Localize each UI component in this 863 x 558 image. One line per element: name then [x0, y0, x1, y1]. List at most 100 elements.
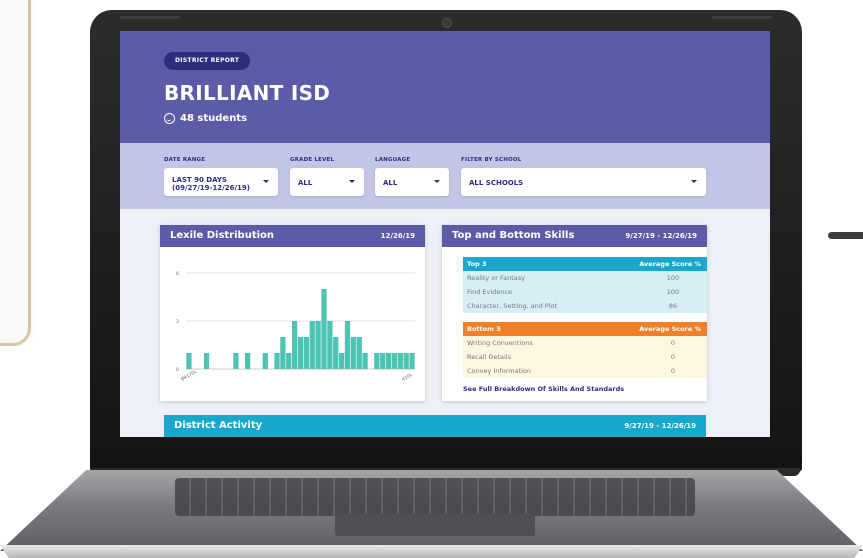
skill-name: Reality or Fantasy	[467, 274, 526, 282]
full-breakdown-link[interactable]: See Full Breakdown Of Skills And Standar…	[463, 385, 624, 393]
chevron-down-icon	[349, 180, 355, 183]
date-range-label: DATE RANGE	[164, 157, 206, 163]
date-range-dates: (09/27/19-12/26/19)	[172, 184, 250, 192]
activity-date: 9/27/19 - 12/26/19	[624, 422, 696, 430]
chevron-down-icon	[434, 180, 440, 183]
skill-name: Recall Details	[467, 353, 511, 361]
histogram-bar[interactable]	[344, 321, 351, 369]
skill-name: Convey Information	[467, 367, 532, 375]
histogram-bar[interactable]	[233, 353, 239, 369]
skill-name: Writing Conventions	[467, 339, 533, 347]
top-skills-header: Top 3 Average Score %	[463, 257, 707, 271]
histogram-bar[interactable]	[380, 353, 386, 369]
grade-level-value: ALL	[298, 179, 313, 187]
top-bottom-skills-card: Top and Bottom Skills 9/27/19 - 12/26/19…	[442, 225, 707, 401]
skill-name: Character, Setting, and Plot	[467, 302, 558, 310]
school-filter-select[interactable]: ALL SCHOOLS	[461, 168, 706, 196]
skills-card-title: Top and Bottom Skills	[452, 230, 575, 241]
bottom-skills-header: Bottom 3 Average Score %	[463, 322, 707, 336]
filter-bar: DATE RANGE LAST 90 DAYS (09/27/19-12/26/…	[120, 143, 770, 209]
histogram-bar[interactable]	[280, 337, 286, 369]
skills-card-date: 9/27/19 - 12/26/19	[625, 232, 697, 240]
tablet-edge	[0, 0, 31, 346]
skill-score: 100	[666, 274, 680, 282]
lexile-card-header: Lexile Distribution 12/26/19	[160, 225, 425, 247]
histogram-bar[interactable]	[321, 289, 327, 369]
district-report-badge: DISTRICT REPORT	[164, 52, 251, 70]
histogram-bar[interactable]	[303, 337, 310, 369]
bottom-score-header: Average Score %	[639, 325, 701, 333]
language-label: LANGUAGE	[375, 157, 411, 163]
histogram-bar[interactable]	[274, 353, 280, 369]
x-tick-label: 410L	[401, 372, 414, 383]
histogram-bar[interactable]	[362, 353, 368, 369]
histogram-bar[interactable]	[350, 337, 356, 369]
language-value: ALL	[383, 179, 398, 187]
date-range-select[interactable]: LAST 90 DAYS (09/27/19-12/26/19)	[164, 168, 278, 196]
student-count-label: 48 students	[180, 113, 248, 124]
skill-score: 86	[668, 302, 678, 310]
skill-name: Find Evidence	[467, 288, 512, 296]
lexile-chart: 0 3 6 BR170L 410L	[176, 271, 415, 383]
table-row: Recall Details 0	[463, 350, 707, 364]
skill-score: 0	[670, 367, 676, 375]
grade-level-select[interactable]: ALL	[290, 168, 364, 196]
histogram-bar[interactable]	[262, 353, 268, 369]
histogram-bar[interactable]	[409, 353, 415, 369]
histogram-bar[interactable]	[203, 353, 210, 369]
histogram-bar[interactable]	[286, 353, 292, 369]
lexile-distribution-card: Lexile Distribution 12/26/19 0 3 6 BR170L 41…	[160, 225, 425, 401]
chevron-down-icon	[263, 180, 269, 183]
table-row: Character, Setting, and Plot 86	[463, 299, 707, 313]
x-tick-label: BR170L	[180, 369, 198, 383]
school-filter-label: FILTER BY SCHOOL	[461, 157, 522, 163]
skill-score: 0	[670, 353, 676, 361]
lexile-card-title: Lexile Distribution	[170, 230, 275, 241]
date-range-value: LAST 90 DAYS	[172, 176, 227, 184]
activity-title: District Activity	[174, 420, 263, 431]
histogram-bar[interactable]	[297, 337, 304, 369]
skills-card-header: Top and Bottom Skills 9/27/19 - 12/26/19	[442, 225, 707, 247]
laptop-screen: DISTRICT REPORT BRILLIANT ISD 48 student…	[120, 31, 770, 437]
keyboard	[175, 478, 695, 516]
histogram-bar[interactable]	[333, 337, 339, 369]
district-title: BRILLIANT ISD	[164, 81, 331, 105]
y-tick-label: 0	[176, 367, 179, 373]
histogram-bar[interactable]	[385, 353, 392, 369]
grade-level-label: GRADE LEVEL	[290, 157, 335, 163]
webcam-icon	[442, 18, 452, 28]
histogram-bar[interactable]	[338, 353, 345, 369]
stylus	[828, 232, 863, 239]
lexile-card-date: 12/26/19	[380, 232, 415, 240]
table-row: Reality or Fantasy 100	[463, 271, 707, 285]
bezel-slot-left	[120, 16, 180, 19]
histogram-bar[interactable]	[397, 353, 403, 369]
bezel-slot-right	[712, 16, 772, 19]
top-3-label: Top 3	[467, 260, 487, 268]
bottom-3-label: Bottom 3	[467, 325, 501, 333]
y-tick-label: 3	[176, 319, 179, 325]
top-skills-table: Top 3 Average Score % Reality or Fantasy…	[463, 257, 707, 313]
top-score-header: Average Score %	[639, 260, 701, 268]
student-count: 48 students	[164, 113, 247, 124]
laptop-front-edge	[0, 545, 863, 558]
histogram-bar[interactable]	[403, 353, 409, 369]
histogram-bar[interactable]	[245, 353, 251, 369]
histogram-bar[interactable]	[291, 321, 298, 369]
trackpad	[335, 514, 535, 536]
histogram-bar[interactable]	[186, 353, 192, 369]
report-header: DISTRICT REPORT BRILLIANT ISD 48 student…	[120, 31, 770, 143]
bottom-skills-table: Bottom 3 Average Score % Writing Convent…	[463, 322, 707, 378]
histogram-bar[interactable]	[327, 321, 333, 369]
histogram-bar[interactable]	[374, 353, 380, 369]
chevron-down-icon	[691, 180, 697, 183]
histogram-bar[interactable]	[309, 321, 315, 369]
histogram-bar[interactable]	[391, 353, 398, 369]
histogram-bar[interactable]	[315, 321, 321, 369]
student-face-icon	[164, 113, 175, 124]
skill-score: 0	[670, 339, 676, 347]
school-filter-value: ALL SCHOOLS	[469, 179, 524, 187]
histogram-bar[interactable]	[356, 337, 362, 369]
table-row: Convey Information 0	[463, 364, 707, 378]
language-select[interactable]: ALL	[375, 168, 449, 196]
